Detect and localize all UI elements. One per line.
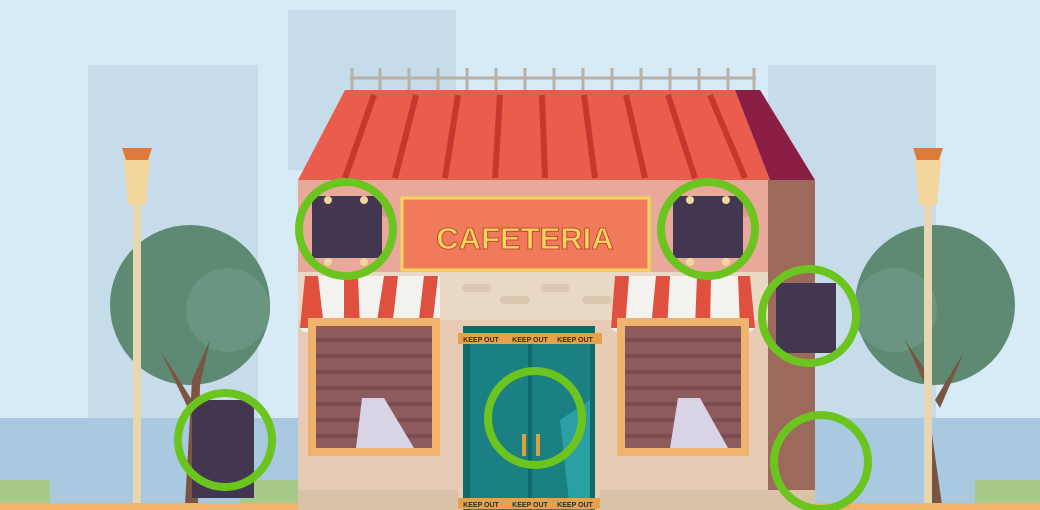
sign-text: CAFETERIA [436,221,613,256]
door-handle-right [536,434,540,456]
side-window [776,283,836,353]
roof [298,90,815,180]
svg-text:KEEP OUT: KEEP OUT [512,337,548,344]
door-handle-left [522,434,526,456]
spot-the-difference-scene: CAFETERIA KEEP OUT KEEP OUT KEEP OUT KEE… [0,0,1040,510]
shop-window-right [617,318,749,456]
shop-window-left [308,318,440,456]
cafeteria-sign: CAFETERIA [400,196,651,272]
svg-text:KEEP OUT: KEEP OUT [463,337,499,344]
svg-text:KEEP OUT: KEEP OUT [512,502,548,509]
svg-text:KEEP OUT: KEEP OUT [557,337,593,344]
sign-window-left [312,196,382,258]
sign-window-right [673,196,743,258]
keep-out-tape-bottom: KEEP OUT KEEP OUT KEEP OUT [458,498,602,509]
keep-out-tape-top: KEEP OUT KEEP OUT KEEP OUT [458,333,602,344]
foundation-left [298,490,458,510]
cafeteria-illustration: CAFETERIA KEEP OUT KEEP OUT KEEP OUT KEE… [0,0,1040,510]
svg-text:KEEP OUT: KEEP OUT [463,502,499,509]
svg-text:KEEP OUT: KEEP OUT [557,502,593,509]
